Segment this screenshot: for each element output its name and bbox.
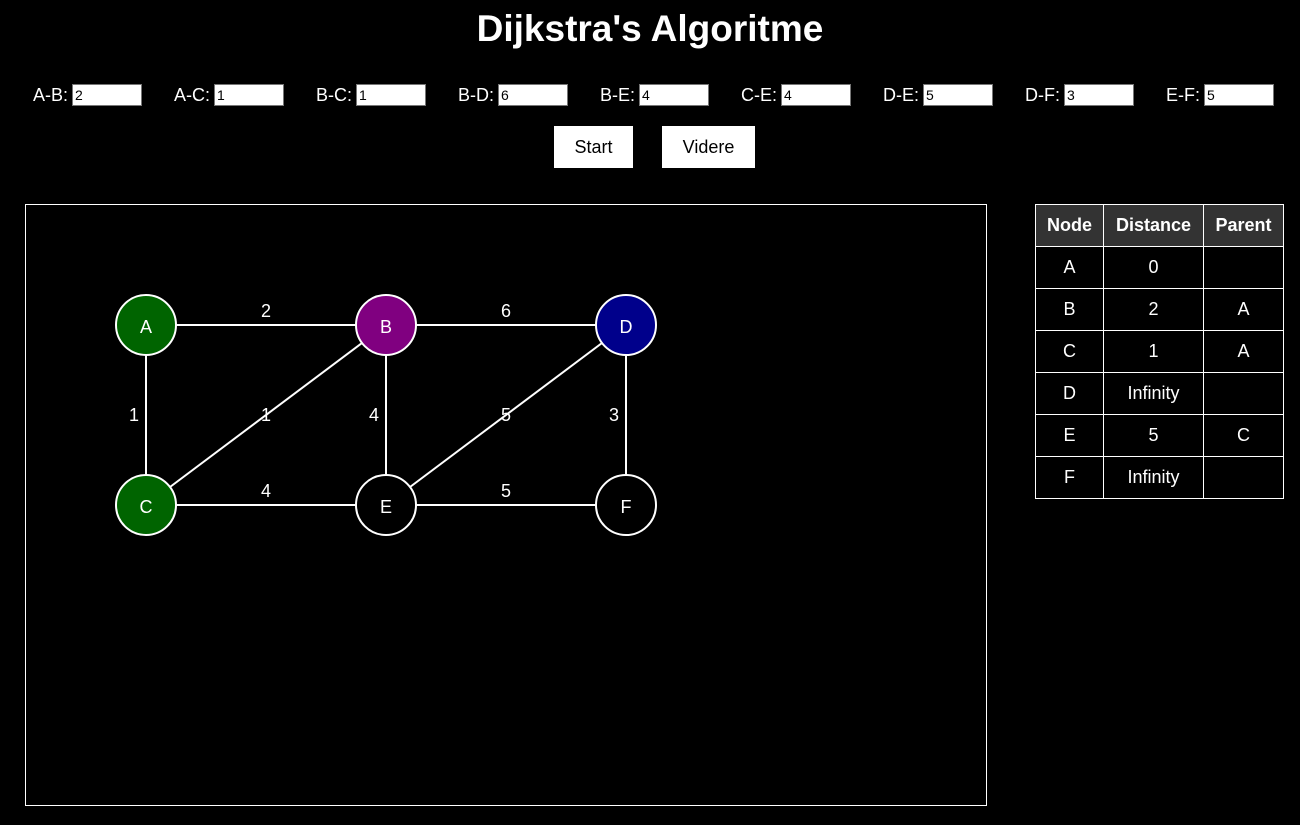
edge-weight-label: 4: [261, 481, 271, 501]
weight-input-ac[interactable]: [214, 84, 284, 106]
cell-node: E: [1035, 414, 1104, 457]
cell-distance: Infinity: [1103, 372, 1204, 415]
weight-field-bd: B-D:: [458, 84, 568, 106]
header-node: Node: [1035, 204, 1104, 247]
edge-weight-label: 5: [501, 481, 511, 501]
header-parent: Parent: [1203, 204, 1284, 247]
weight-field-df: D-F:: [1025, 84, 1134, 106]
weight-label-ef: E-F:: [1166, 84, 1200, 105]
weight-input-be[interactable]: [639, 84, 710, 106]
distance-table: Node Distance Parent A 0 B 2 A C 1 A D I…: [1035, 204, 1284, 499]
weight-input-ab[interactable]: [72, 84, 143, 106]
weight-label-bd: B-D:: [458, 84, 494, 105]
node-label: D: [620, 317, 633, 337]
weight-input-ef[interactable]: [1204, 84, 1274, 106]
cell-node: B: [1035, 288, 1104, 331]
cell-node: C: [1035, 330, 1104, 373]
cell-parent: [1203, 246, 1284, 289]
edge-weight-inputs: A-B: A-C: B-C: B-D: B-E: C-E: D-E: D-F: …: [0, 84, 1300, 108]
weight-field-bc: B-C:: [316, 84, 426, 106]
next-button[interactable]: Videre: [662, 126, 755, 168]
cell-distance: Infinity: [1103, 456, 1204, 499]
graph-canvas: 2 1 1 6 4 4 5 3 5 A B C D E F: [25, 204, 987, 806]
table-row: C 1 A: [1035, 330, 1284, 373]
edge-weight-label: 2: [261, 301, 271, 321]
weight-label-bc: B-C:: [316, 84, 352, 105]
cell-parent: [1203, 372, 1284, 415]
table-row: B 2 A: [1035, 288, 1284, 331]
weight-label-de: D-E:: [883, 84, 919, 105]
cell-distance: 5: [1103, 414, 1204, 457]
cell-distance: 2: [1103, 288, 1204, 331]
weight-label-ce: C-E:: [741, 84, 777, 105]
weight-field-ac: A-C:: [174, 84, 284, 106]
table-row: F Infinity: [1035, 456, 1284, 499]
edge-weight-label: 6: [501, 301, 511, 321]
cell-parent: [1203, 456, 1284, 499]
node-label: C: [140, 497, 153, 517]
weight-input-ce[interactable]: [781, 84, 851, 106]
table-row: A 0: [1035, 246, 1284, 289]
weight-label-ab: A-B:: [33, 84, 69, 105]
table-row: D Infinity: [1035, 372, 1284, 415]
edge-weight-label: 5: [501, 405, 511, 425]
weight-field-ce: C-E:: [741, 84, 851, 106]
graph-svg: 2 1 1 6 4 4 5 3 5 A B C D E F: [115, 294, 657, 536]
weight-field-ef: E-F:: [1166, 84, 1274, 106]
cell-node: F: [1035, 456, 1104, 499]
table-header-row: Node Distance Parent: [1035, 204, 1284, 247]
edge-weight-label: 3: [609, 405, 619, 425]
cell-node: D: [1035, 372, 1104, 415]
weight-field-ab: A-B:: [33, 84, 143, 106]
cell-parent: A: [1203, 330, 1284, 373]
edge-weight-label: 1: [261, 405, 271, 425]
weight-input-bc[interactable]: [356, 84, 426, 106]
cell-parent: C: [1203, 414, 1284, 457]
node-label: F: [621, 497, 632, 517]
weight-label-ac: A-C:: [174, 84, 210, 105]
cell-node: A: [1035, 246, 1104, 289]
node-label: A: [140, 317, 152, 337]
weight-field-be: B-E:: [600, 84, 710, 106]
start-button[interactable]: Start: [554, 126, 633, 168]
weight-input-bd[interactable]: [498, 84, 568, 106]
node-label: E: [380, 497, 392, 517]
weight-label-df: D-F:: [1025, 84, 1060, 105]
cell-distance: 1: [1103, 330, 1204, 373]
edge-weight-label: 1: [129, 405, 139, 425]
table-row: E 5 C: [1035, 414, 1284, 457]
weight-input-de[interactable]: [923, 84, 993, 106]
header-distance: Distance: [1103, 204, 1204, 247]
edge-weight-label: 4: [369, 405, 379, 425]
cell-parent: A: [1203, 288, 1284, 331]
weight-field-de: D-E:: [883, 84, 993, 106]
weight-input-df[interactable]: [1064, 84, 1134, 106]
page-title: Dijkstra's Algoritme: [476, 8, 824, 49]
node-label: B: [380, 317, 392, 337]
cell-distance: 0: [1103, 246, 1204, 289]
weight-label-be: B-E:: [600, 84, 636, 105]
